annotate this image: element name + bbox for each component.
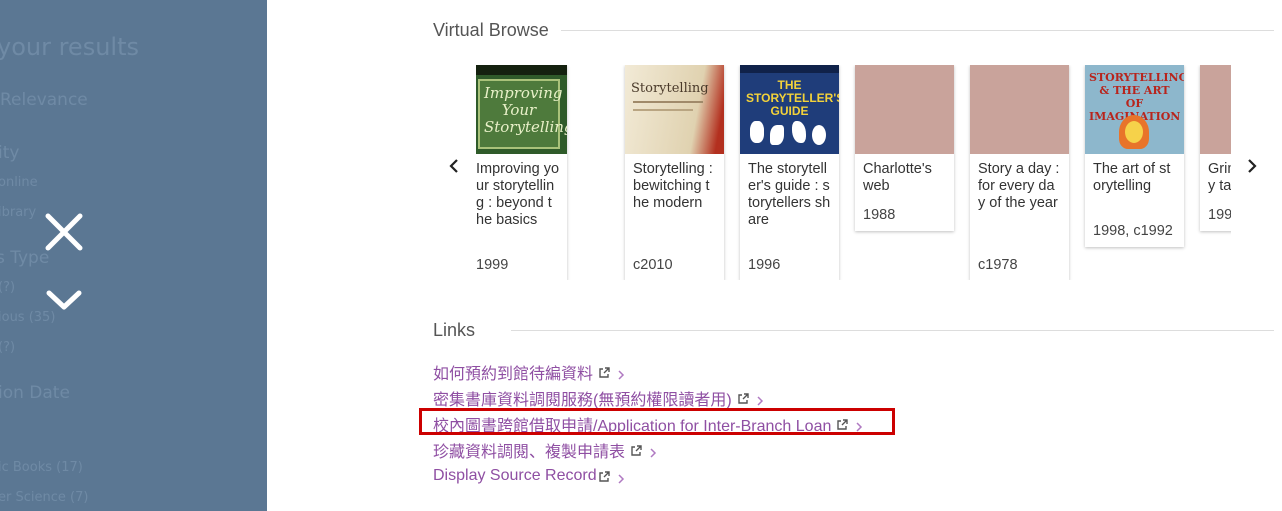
browse-item-year: 1995	[1208, 207, 1231, 223]
link-item-display-source-record[interactable]: Display Source Record	[433, 467, 625, 485]
browse-item[interactable]: Improving Your Storytelling Improving yo…	[476, 65, 567, 280]
results-heading: your results	[0, 33, 139, 61]
external-link-icon	[598, 470, 610, 482]
browse-item[interactable]: Storytelling Storytelling : bewitching t…	[625, 65, 724, 280]
book-cover: STORYTELLING & THE ART OF IMAGINATION	[1085, 65, 1184, 154]
browse-item[interactable]: Story a day : for every day of the year …	[970, 65, 1069, 280]
browse-item-title-text: Improving your storytelling : beyond the…	[476, 161, 560, 228]
book-cover	[970, 65, 1069, 154]
book-cover: Storytelling	[625, 65, 724, 154]
chevron-right-icon	[617, 471, 625, 484]
virtual-browse-title: Virtual Browse	[433, 20, 549, 40]
library-filter: ibrary	[0, 205, 37, 220]
link-text[interactable]: 如何預約到館待編資料	[433, 360, 593, 384]
external-link-icon	[737, 392, 749, 404]
link-text[interactable]: 密集書庫資料調閱服務(無預約權限讀者用)	[433, 386, 732, 410]
browse-item-year: 1999	[476, 257, 509, 273]
browse-item-title: Charlotte's web	[855, 154, 954, 197]
browse-item-title-text: Story a day : for every day of the year	[978, 161, 1060, 211]
external-link-icon	[630, 444, 642, 456]
cover-text: Improving Your Storytelling	[484, 84, 567, 136]
browse-item-title-text: Charlotte's web	[863, 161, 932, 194]
browse-item-year: 1988	[863, 207, 896, 223]
link-item[interactable]: 密集書庫資料調閱服務(無預約權限讀者用)	[433, 386, 764, 410]
book-cover: THE STORYTELLER'S GUIDE	[740, 65, 839, 154]
browse-item-year: c1978	[978, 257, 1018, 273]
chevron-right-icon	[649, 445, 657, 458]
record-details: Virtual Browse Improving Your Storytelli…	[267, 0, 1282, 511]
cover-text: Storytelling	[631, 81, 709, 96]
close-icon[interactable]	[42, 210, 86, 254]
browse-item-title-text: The art of storytelling	[1093, 161, 1171, 194]
browse-item-year: 1998, c1992	[1093, 223, 1173, 239]
chevron-right-icon	[756, 393, 764, 406]
link-item[interactable]: 珍藏資料調閱、複製申請表	[433, 438, 657, 462]
date-label: ion Date	[0, 383, 70, 403]
browse-item-year: c2010	[633, 257, 673, 273]
chevron-right-icon[interactable]	[1241, 156, 1261, 176]
books-filter: ic Books (17)	[0, 460, 83, 475]
browse-item-title: Storytelling : bewitching the modern	[625, 154, 724, 247]
browse-item-title: Story a day : for every day of the year	[970, 154, 1069, 247]
online-filter: online	[0, 175, 38, 190]
browse-item-title-text: The storyteller's guide : storytellers s…	[748, 161, 831, 228]
book-cover	[1200, 65, 1231, 154]
browse-item[interactable]: THE STORYTELLER'S GUIDE The storyteller'…	[740, 65, 839, 280]
chevron-right-icon	[617, 367, 625, 380]
chevron-left-icon[interactable]	[445, 156, 465, 176]
browse-item-title: The storyteller's guide : storytellers s…	[740, 154, 839, 247]
browse-item[interactable]: Charlotte's web 1988	[855, 65, 954, 231]
external-link-icon	[598, 366, 610, 378]
cover-text: THE STORYTELLER'S GUIDE	[746, 78, 839, 118]
science-filter: er Science (7)	[0, 490, 89, 505]
browse-item-title: The art of storytelling	[1085, 154, 1184, 213]
browse-item-title-text: Storytelling : bewitching the modern	[633, 161, 713, 211]
availability-label: ity	[0, 143, 20, 163]
chevron-down-icon[interactable]	[44, 285, 84, 315]
resource-count: (?)	[0, 280, 16, 295]
browse-item-title-text: Grimm's fairy tales	[1208, 161, 1231, 194]
links-title: Links	[433, 320, 476, 340]
browse-item-title: Grimm's fairy tales	[1200, 154, 1231, 197]
divider	[511, 330, 1274, 331]
browse-item[interactable]: STORYTELLING & THE ART OF IMAGINATION Th…	[1085, 65, 1184, 247]
browse-item-year: 1996	[748, 257, 781, 273]
link-text[interactable]: 珍藏資料調閱、複製申請表	[433, 438, 625, 462]
resource-count-2: (?)	[0, 340, 16, 355]
browse-item[interactable]: Grimm's fairy tales 1995	[1200, 65, 1231, 231]
browse-item-title: Improving your storytelling : beyond the…	[476, 154, 567, 247]
book-cover: Improving Your Storytelling	[476, 65, 567, 154]
link-text[interactable]: Display Source Record	[433, 467, 597, 485]
link-item[interactable]: 如何預約到館待編資料	[433, 360, 625, 384]
sort-label: Relevance	[0, 90, 88, 110]
divider	[561, 30, 1274, 31]
highlight-box	[419, 408, 895, 435]
virtual-browse-carousel: Improving Your Storytelling Improving yo…	[476, 65, 1231, 280]
book-cover	[855, 65, 954, 154]
filter-panel-overlay: your results Relevance ity online ibrary…	[0, 0, 267, 511]
